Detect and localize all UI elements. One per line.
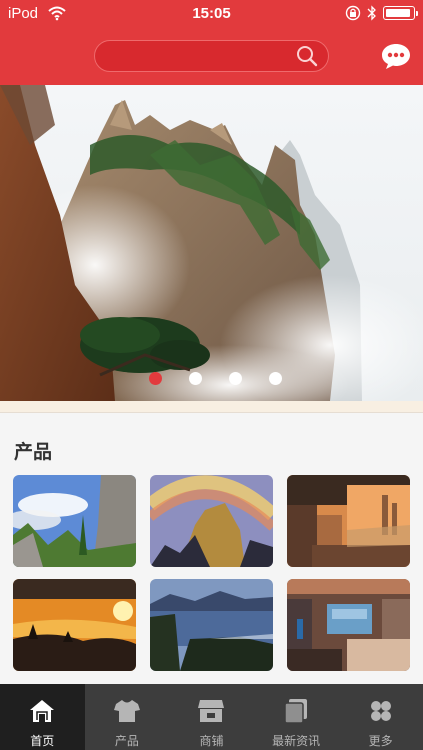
section-title: 产品 [14, 441, 53, 463]
tab-news[interactable]: 最新资讯 [254, 684, 339, 750]
tab-label: 产品 [114, 734, 139, 748]
product-thumbnail-hotel-room[interactable] [287, 579, 410, 671]
tab-label: 更多 [368, 734, 393, 748]
message-icon[interactable] [381, 42, 411, 70]
product-thumbnail-sunset[interactable] [13, 579, 136, 671]
home-icon [30, 700, 55, 722]
tab-products[interactable]: 产品 [85, 684, 170, 750]
carousel-dots [0, 372, 423, 385]
search-input[interactable] [107, 41, 287, 71]
status-bar: iPod 15:05 [0, 0, 423, 28]
tab-label: 商铺 [199, 734, 224, 748]
news-icon [284, 699, 308, 724]
battery-icon [383, 6, 418, 20]
tab-label: 首页 [30, 734, 55, 748]
product-thumbnail-mountain-peaks[interactable] [13, 475, 136, 567]
banner-image [0, 85, 423, 401]
banner-carousel[interactable] [0, 85, 423, 401]
tab-home[interactable]: 首页 [0, 684, 85, 750]
shop-icon [198, 700, 225, 722]
products-section: 产品 [0, 413, 423, 684]
product-grid [13, 475, 410, 671]
carousel-dot[interactable] [149, 372, 162, 385]
more-icon [370, 701, 391, 721]
product-thumbnail-coastal-bay[interactable] [150, 579, 273, 671]
carousel-dot[interactable] [189, 372, 202, 385]
tab-shops[interactable]: 商铺 [169, 684, 254, 750]
rotation-lock-icon [345, 5, 361, 21]
tab-more[interactable]: 更多 [338, 684, 423, 750]
product-thumbnail-rainbow-cliff[interactable] [150, 475, 273, 567]
divider [0, 401, 423, 413]
tab-bar: 首页 产品 商铺 最新资讯 更多 [0, 684, 423, 750]
search-bar[interactable] [94, 40, 329, 72]
tab-label: 最新资讯 [272, 734, 321, 748]
shirt-icon [113, 700, 140, 722]
carousel-dot[interactable] [229, 372, 242, 385]
bluetooth-icon [367, 5, 376, 21]
product-thumbnail-balcony[interactable] [287, 475, 410, 567]
carousel-dot[interactable] [269, 372, 282, 385]
search-icon[interactable] [296, 45, 318, 67]
app-header: iPod 15:05 [0, 0, 423, 85]
